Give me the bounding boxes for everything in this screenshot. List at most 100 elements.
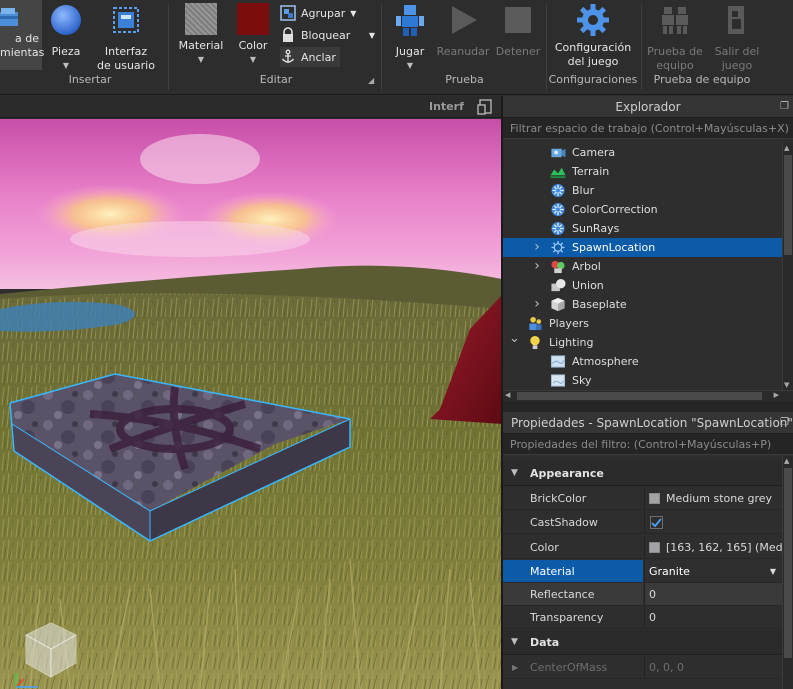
properties-header: Propiedades - SpawnLocation "SpawnLocati… <box>503 412 793 434</box>
atmosphere-icon <box>550 355 566 368</box>
explorer-item-label: Baseplate <box>572 298 627 311</box>
properties-vertical-scrollbar[interactable]: ▲ <box>782 456 793 689</box>
explorer-horizontal-scrollbar[interactable]: ◀ ▶ <box>503 390 793 401</box>
ui-button[interactable]: Interfaz de usuario <box>94 3 158 73</box>
material-dropdown[interactable]: Granite ▼ <box>644 560 782 582</box>
checkmark-icon <box>651 517 662 527</box>
terrain-icon <box>550 167 566 179</box>
explorer-item-players[interactable]: Players <box>503 314 782 333</box>
prop-value[interactable]: 0 <box>644 583 782 605</box>
prop-row-brickcolor[interactable]: BrickColor Medium stone grey <box>503 487 782 510</box>
explorer-vertical-scrollbar[interactable]: ▲ ▼ <box>782 143 793 390</box>
color-button[interactable]: Color ▼ <box>232 3 274 65</box>
part-button[interactable]: Pieza ▼ <box>44 3 88 71</box>
resume-button[interactable]: Reanudar <box>436 3 490 59</box>
explorer-item-spawnlocation[interactable]: › SpawnLocation <box>503 238 782 257</box>
axis-gizmo-icon <box>15 673 38 688</box>
prop-value[interactable]: [163, 162, 165] (Med... <box>644 536 782 558</box>
section-appearance[interactable]: ▼ Appearance <box>503 461 782 486</box>
toolbox-button[interactable]: a de mientas <box>0 0 44 70</box>
edit-expand-icon[interactable]: ◢ <box>368 76 374 85</box>
viewport-tab-label[interactable]: Interf <box>429 100 464 113</box>
prop-row-castshadow[interactable]: CastShadow <box>503 511 782 534</box>
3d-viewport[interactable] <box>0 119 502 689</box>
team-test-button[interactable]: Prueba de equipo <box>644 3 706 73</box>
insert-group-label: Insertar <box>68 73 112 86</box>
explorer-item-atmosphere[interactable]: Atmosphere <box>503 352 782 371</box>
anchor-button[interactable]: Anclar <box>280 47 340 67</box>
explorer-item-blur[interactable]: Blur <box>503 181 782 200</box>
spawn-icon <box>551 240 565 255</box>
explorer-float-icon[interactable]: ❐ <box>780 96 789 118</box>
prop-row-transparency[interactable]: Transparency 0 <box>503 606 782 629</box>
material-dropdown-caret: ▼ <box>197 55 205 64</box>
game-settings-button[interactable]: Configuración del juego <box>551 3 635 69</box>
chevron-right-icon: ▶ <box>512 663 519 672</box>
explorer-item-camera[interactable]: Camera <box>503 143 782 162</box>
chevron-right-icon[interactable]: › <box>532 238 542 257</box>
union-icon <box>551 278 566 292</box>
play-button[interactable]: Jugar ▼ <box>387 3 433 71</box>
team-test-group-label: Prueba de equipo <box>653 73 751 86</box>
gear-icon <box>577 4 609 36</box>
color-dropdown-caret: ▼ <box>249 55 257 64</box>
explorer-item-label: Lighting <box>549 336 594 349</box>
prop-row-centerofmass[interactable]: ▶ CenterOfMass 0, 0, 0 <box>503 656 782 679</box>
explorer-filter-input[interactable]: Filtrar espacio de trabajo (Control+Mayú… <box>503 118 793 139</box>
prop-row-color[interactable]: Color [163, 162, 165] (Med... <box>503 536 782 559</box>
scroll-up-arrow-icon[interactable]: ▲ <box>784 457 789 465</box>
scroll-down-arrow-icon[interactable]: ▼ <box>784 381 789 389</box>
prop-row-material[interactable]: Material Granite ▼ <box>503 560 782 583</box>
explorer-header: Explorador ❐ <box>503 96 793 118</box>
prop-value[interactable]: 0 <box>644 606 782 628</box>
explorer-item-lighting[interactable]: ⌄ Lighting <box>503 331 782 352</box>
explorer-title: Explorador <box>615 100 681 114</box>
ribbon-toolbar: a de mientas Pieza ▼ Interfaz de usuario… <box>0 0 793 95</box>
properties-float-icon[interactable]: ❐ <box>780 412 789 434</box>
group-button[interactable]: Agrupar ▼ <box>280 3 356 23</box>
screen-icon[interactable] <box>477 99 493 115</box>
part-dropdown-caret: ▼ <box>62 61 70 70</box>
edit-group-label: Editar <box>259 73 293 86</box>
scroll-right-arrow-icon[interactable]: ▶ <box>774 391 779 399</box>
explorer-item-label: Camera <box>572 146 616 159</box>
explorer-item-sky[interactable]: Sky <box>503 371 782 390</box>
explorer-item-baseplate[interactable]: › Baseplate <box>503 295 782 314</box>
explorer-item-union[interactable]: Union <box>503 276 782 295</box>
ribbon-divider <box>168 4 169 90</box>
brickcolor-value: Medium stone grey <box>666 492 773 505</box>
scroll-left-arrow-icon[interactable]: ◀ <box>505 391 510 399</box>
explorer-item-sunrays[interactable]: SunRays <box>503 219 782 238</box>
explorer-item-colorcorrection[interactable]: ColorCorrection <box>503 200 782 219</box>
lock-button[interactable]: Bloquear ▼ <box>280 25 375 45</box>
explorer-item-terrain[interactable]: Terrain <box>503 162 782 181</box>
properties-filter-input[interactable]: Propiedades del filtro: (Control+Mayúscu… <box>503 434 793 455</box>
effect-icon <box>551 202 565 217</box>
prop-value[interactable]: Medium stone grey <box>644 487 782 509</box>
lock-label: Bloquear <box>301 28 351 42</box>
panel-splitter[interactable] <box>501 96 503 689</box>
scroll-thumb-h[interactable] <box>517 392 762 400</box>
scroll-up-arrow-icon[interactable]: ▲ <box>784 144 789 152</box>
scroll-thumb[interactable] <box>784 155 792 255</box>
stop-button[interactable]: Detener <box>494 3 542 59</box>
scene-render[interactable] <box>0 119 502 689</box>
prop-row-reflectance[interactable]: Reflectance 0 <box>503 583 782 606</box>
chevron-down-icon[interactable]: ⌄ <box>509 329 520 348</box>
prop-value[interactable] <box>644 511 782 533</box>
scroll-thumb[interactable] <box>784 468 792 658</box>
brickcolor-swatch <box>649 492 660 504</box>
chevron-right-icon[interactable]: › <box>532 295 542 314</box>
prop-value: 0, 0, 0 <box>644 656 782 678</box>
section-data[interactable]: ▼ Data <box>503 630 782 655</box>
chevron-right-icon[interactable]: › <box>532 257 542 276</box>
explorer-item-arbol[interactable]: › Arbol <box>503 257 782 276</box>
settings-group-label: Configuraciones <box>548 73 638 86</box>
exit-game-button[interactable]: Salir del juego <box>709 3 765 73</box>
model-icon <box>551 260 565 274</box>
material-button[interactable]: Material ▼ <box>176 3 226 65</box>
castshadow-checkbox[interactable] <box>650 515 663 529</box>
panel-splitter-h[interactable] <box>503 401 793 412</box>
prop-name: Transparency <box>530 611 604 624</box>
players-icon <box>529 316 542 331</box>
